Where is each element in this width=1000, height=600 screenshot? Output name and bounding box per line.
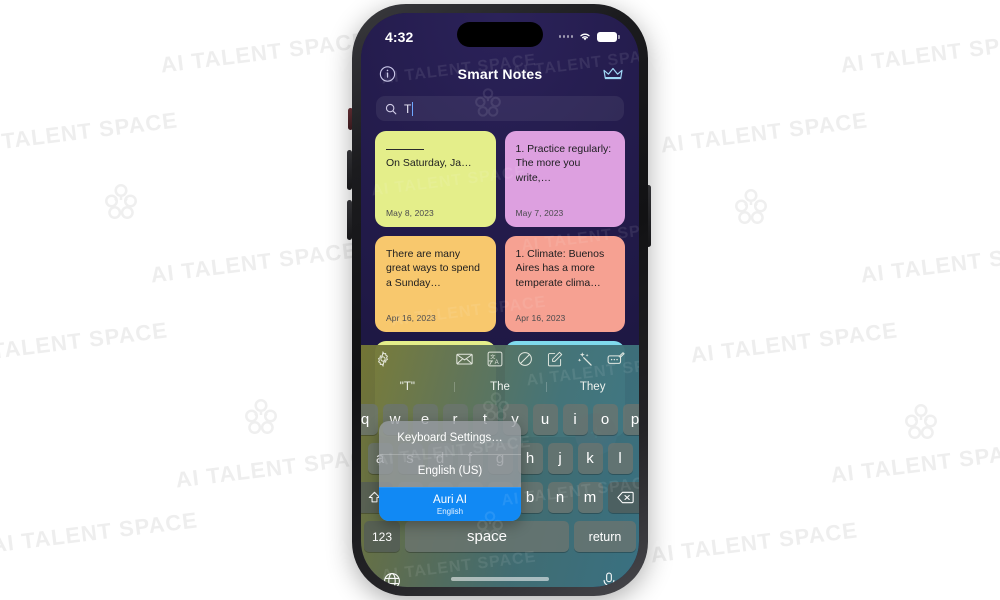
note-body: On Saturday, Ja… bbox=[386, 157, 472, 169]
cluster-logo-icon bbox=[245, 398, 277, 435]
microphone-icon[interactable] bbox=[601, 572, 617, 587]
watermark-text: AI TALENT SPACE bbox=[0, 317, 170, 367]
cluster-logo-icon bbox=[735, 188, 767, 225]
watermark-text: AI TALENT SPACE bbox=[689, 317, 900, 368]
picker-item-label: Keyboard Settings… bbox=[397, 431, 503, 444]
key-n[interactable]: n bbox=[547, 482, 573, 513]
signal-dots-icon bbox=[558, 35, 573, 38]
compose-icon[interactable] bbox=[547, 351, 563, 367]
phone-frame: 4:32 Smart Notes T On Saturday, Ja… May … bbox=[352, 4, 648, 596]
nav-bar: Smart Notes bbox=[361, 57, 639, 91]
note-card[interactable]: 1. Climate: Buenos Aires has a more temp… bbox=[504, 236, 625, 332]
note-date: Apr 16, 2023 bbox=[386, 313, 436, 323]
watermark-text: AI TALENT SPACE bbox=[659, 107, 870, 158]
picker-item-sublabel: English bbox=[436, 506, 464, 516]
key-q[interactable]: q bbox=[361, 404, 378, 435]
proofread-icon[interactable] bbox=[607, 352, 625, 366]
wifi-icon bbox=[580, 33, 590, 41]
cluster-logo-icon bbox=[105, 183, 137, 220]
status-indicators bbox=[558, 28, 620, 42]
info-circle-icon[interactable] bbox=[379, 66, 396, 83]
page-title: Smart Notes bbox=[457, 66, 543, 82]
key-h[interactable]: h bbox=[517, 443, 543, 474]
search-value: T bbox=[404, 101, 414, 116]
key-i[interactable]: i bbox=[562, 404, 588, 435]
phone-screen-bezel: 4:32 Smart Notes T On Saturday, Ja… May … bbox=[361, 13, 639, 587]
svg-text:A: A bbox=[495, 359, 500, 366]
watermark-text: AI TALENT SPACE bbox=[0, 507, 200, 558]
search-input[interactable]: T bbox=[376, 96, 624, 121]
backspace-key[interactable] bbox=[607, 482, 639, 513]
note-date: Apr 16, 2023 bbox=[515, 313, 566, 323]
note-divider bbox=[386, 149, 424, 150]
key-o[interactable]: o bbox=[592, 404, 618, 435]
key-k[interactable]: k bbox=[577, 443, 603, 474]
key-l[interactable]: l bbox=[607, 443, 633, 474]
app-screen: 4:32 Smart Notes T On Saturday, Ja… May … bbox=[361, 13, 639, 587]
note-body: 1. Practice regularly: The more you writ… bbox=[515, 143, 612, 184]
return-key[interactable]: return bbox=[574, 521, 636, 552]
numbers-key[interactable]: 123 bbox=[364, 521, 400, 552]
picker-item-label: Auri AI bbox=[433, 493, 467, 506]
note-top: On Saturday, Ja… bbox=[386, 142, 485, 170]
note-body: 1. Climate: Buenos Aires has a more temp… bbox=[515, 248, 605, 289]
home-indicator bbox=[451, 577, 549, 581]
cluster-logo-icon bbox=[905, 403, 937, 440]
keyboard-picker-item-auri-ai[interactable]: Auri AI English bbox=[379, 487, 521, 521]
watermark-text: AI TALENT SPACE bbox=[839, 27, 1000, 78]
watermark-text: AI TALENT SPACE bbox=[649, 517, 860, 568]
picker-item-label: English (US) bbox=[417, 465, 483, 477]
magic-wand-icon[interactable] bbox=[577, 351, 593, 367]
note-date: May 8, 2023 bbox=[386, 208, 434, 218]
key-m[interactable]: m bbox=[577, 482, 603, 513]
backspace-icon bbox=[617, 491, 634, 504]
watermark-text: AI TALENT SPACE bbox=[149, 237, 360, 288]
keyboard-picker-item-settings[interactable]: Keyboard Settings… bbox=[379, 421, 521, 454]
keyboard-toolbar: 文 A bbox=[361, 345, 639, 373]
key-p[interactable]: p bbox=[622, 404, 639, 435]
key-j[interactable]: j bbox=[547, 443, 573, 474]
space-key[interactable]: space bbox=[405, 521, 569, 552]
keyboard-picker-popup: Keyboard Settings… English (US) Auri AI … bbox=[379, 421, 521, 521]
keyboard-row-4: 123 space return bbox=[364, 521, 636, 552]
note-card[interactable]: 1. Practice regularly: The more you writ… bbox=[504, 131, 625, 227]
watermark-text: AI TALENT SPACE bbox=[859, 237, 1000, 288]
keyboard-tool-icons: 文 A bbox=[456, 351, 625, 367]
dynamic-island bbox=[457, 22, 543, 47]
battery-full-icon bbox=[597, 31, 620, 42]
watermark-text: AI TALENT SPACE bbox=[829, 437, 1000, 488]
suggestion-item[interactable]: The bbox=[453, 379, 547, 395]
key-u[interactable]: u bbox=[532, 404, 558, 435]
keyboard: 文 A "T" The They q w e r t y u i o p h j… bbox=[361, 345, 639, 587]
keyboard-bottom-bar bbox=[361, 560, 639, 587]
watermark-text: AI TALENT SPACE bbox=[0, 107, 180, 157]
suggestion-bar: "T" The They bbox=[361, 373, 639, 401]
status-time: 4:32 bbox=[385, 28, 414, 45]
note-card[interactable]: On Saturday, Ja… May 8, 2023 bbox=[375, 131, 496, 227]
suggestion-item[interactable]: "T" bbox=[361, 379, 454, 395]
note-date: May 7, 2023 bbox=[515, 208, 564, 218]
gear-icon[interactable] bbox=[375, 351, 391, 367]
watermark-text: AI TALENT SPACE bbox=[159, 27, 370, 78]
keyboard-picker-item-english-us[interactable]: English (US) bbox=[379, 454, 521, 487]
search-bar-container: T bbox=[361, 91, 639, 128]
screenshot-canvas: AI TALENT SPACE AI TALENT SPACE AI TALEN… bbox=[0, 0, 1000, 600]
crown-icon[interactable] bbox=[603, 67, 623, 82]
search-icon bbox=[385, 103, 397, 114]
note-card[interactable]: There are many great ways to spend a Sun… bbox=[375, 236, 496, 332]
suggestion-item[interactable]: They bbox=[546, 379, 639, 395]
envelope-icon[interactable] bbox=[456, 352, 473, 366]
key-b[interactable]: b bbox=[517, 482, 543, 513]
circle-slash-icon[interactable] bbox=[517, 351, 533, 367]
translate-icon[interactable]: 文 A bbox=[487, 351, 503, 367]
note-body: There are many great ways to spend a Sun… bbox=[386, 248, 480, 289]
globe-icon[interactable] bbox=[383, 572, 401, 587]
